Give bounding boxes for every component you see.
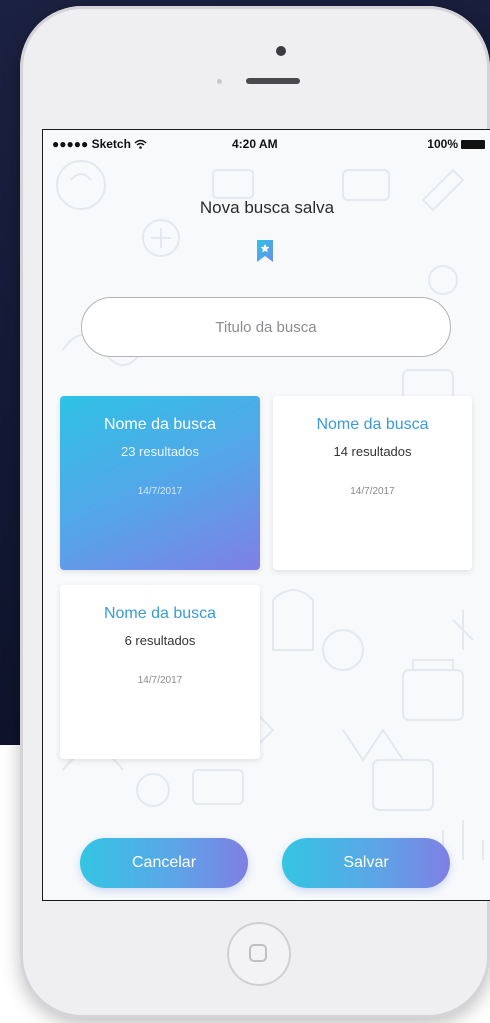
battery-icon [461,139,485,149]
saved-search-card[interactable]: Nome da busca 6 resultados 14/7/2017 [60,585,260,759]
card-result-count: 6 resultados [124,633,196,648]
app-screen: ●●●●● Sketch 4:20 AM 100% Nova busca sal… [42,129,490,901]
page-title: Nova busca salva [199,198,335,217]
status-bar: ●●●●● Sketch 4:20 AM 100% [43,130,490,156]
proximity-sensor [217,79,222,84]
home-button-icon [249,944,267,962]
front-camera [276,46,286,56]
save-button[interactable]: Salvar [282,838,450,888]
battery-indicator: 100% [427,137,485,151]
search-placeholder: Titulo da busca [215,318,317,336]
card-date: 14/7/2017 [350,486,395,497]
card-title: Nome da busca [103,605,217,622]
status-time: 4:20 AM [232,137,278,151]
save-button-label: Salvar [343,854,389,871]
card-title: Nome da busca [316,416,429,433]
home-button[interactable] [227,922,291,986]
cancel-button-label: Cancelar [131,854,197,871]
saved-search-card[interactable]: Nome da busca 14 resultados 14/7/2017 [273,396,472,570]
card-date: 14/7/2017 [137,486,183,497]
battery-label: 100% [427,137,458,151]
card-result-count: 14 resultados [333,444,412,459]
wifi-icon [134,139,147,149]
carrier-label: ●●●●● Sketch [52,137,147,151]
earpiece-speaker [246,78,300,84]
cancel-button[interactable]: Cancelar [80,838,248,888]
saved-search-card[interactable]: Nome da busca 23 resultados 14/7/2017 [60,396,260,570]
search-title-input[interactable]: Titulo da busca [81,297,451,357]
card-date: 14/7/2017 [137,675,183,686]
card-result-count: 23 resultados [120,444,200,459]
card-title: Nome da busca [103,416,217,433]
bookmark-star-icon [257,240,273,262]
